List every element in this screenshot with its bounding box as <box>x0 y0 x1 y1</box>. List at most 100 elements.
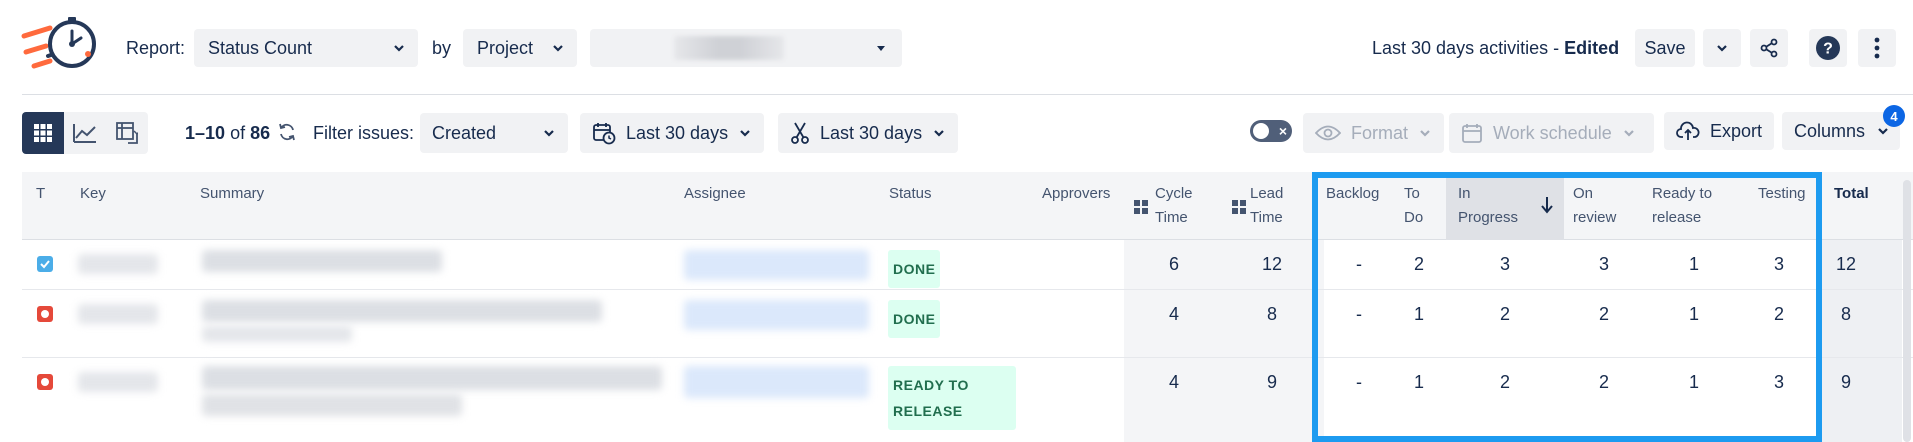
task-type-icon <box>37 256 53 272</box>
header-cycle-time-line1: Cycle <box>1155 185 1193 202</box>
date-range-1-label: Last 30 days <box>626 122 729 143</box>
blurred-summary <box>202 250 442 272</box>
header-approvers[interactable]: Approvers <box>1042 182 1110 206</box>
header-assignee[interactable]: Assignee <box>684 182 746 206</box>
header-status[interactable]: Status <box>889 182 932 206</box>
svg-text:?: ? <box>1823 41 1833 58</box>
created-date-range-button[interactable]: Last 30 days <box>580 113 765 153</box>
header-summary[interactable]: Summary <box>200 182 264 206</box>
pivot-view-button[interactable] <box>106 112 148 154</box>
cycle-time-value: 6 <box>1168 254 1179 274</box>
chart-view-icon <box>73 124 96 143</box>
toggle-switch[interactable]: × <box>1250 120 1292 142</box>
eye-icon <box>1315 125 1341 141</box>
columns-label: Columns <box>1794 120 1866 141</box>
date-range-2-label: Last 30 days <box>820 122 923 143</box>
status-badge: READY TO RELEASE <box>888 366 1016 430</box>
header-cycle-time-line2: Time <box>1155 209 1188 226</box>
chevron-down-icon <box>544 130 554 137</box>
report-select[interactable]: Status Count <box>194 29 418 67</box>
view-switcher <box>22 112 148 154</box>
help-icon: ? <box>1816 36 1840 60</box>
status-columns-highlight <box>1312 172 1822 442</box>
chevron-down-icon <box>934 130 944 137</box>
export-button[interactable]: Export <box>1664 112 1775 150</box>
report-select-value: Status Count <box>208 37 313 58</box>
drag-handle-icon[interactable] <box>1232 200 1246 214</box>
status-badge: DONE <box>888 250 941 288</box>
header-type[interactable]: T <box>36 182 45 206</box>
period-status: Last 30 days activities - Edited <box>1372 38 1619 59</box>
total-count: 86 <box>250 123 271 143</box>
calendar-icon <box>1462 124 1482 143</box>
more-options-button[interactable] <box>1858 29 1896 67</box>
group-by-select[interactable]: Project <box>463 29 577 67</box>
table-view-button[interactable] <box>22 112 64 154</box>
share-icon <box>1760 38 1778 58</box>
refresh-icon[interactable] <box>277 122 297 142</box>
chevron-down-icon <box>1420 130 1430 137</box>
cloud-upload-icon <box>1676 121 1700 140</box>
status-line2: RELEASE <box>893 403 963 419</box>
by-label: by <box>432 38 452 58</box>
save-options-button[interactable] <box>1703 29 1741 67</box>
blurred-summary <box>202 366 662 390</box>
header-cycle-time[interactable]: Cycle Time <box>1155 182 1193 230</box>
report-label: Report: <box>126 38 186 58</box>
filter-issues-select[interactable]: Created <box>420 113 568 153</box>
help-button[interactable]: ? <box>1809 29 1847 67</box>
total-value: 9 <box>1840 372 1851 392</box>
chevron-down-icon <box>1717 45 1727 52</box>
toggle-knob <box>1253 123 1269 139</box>
chevron-down-icon <box>553 45 563 52</box>
table-view-icon <box>34 124 52 142</box>
more-vertical-icon <box>1874 37 1880 59</box>
range-end: 10 <box>205 123 226 143</box>
export-label: Export <box>1710 120 1763 141</box>
blurred-summary-line2 <box>202 326 352 342</box>
save-label: Save <box>1644 37 1686 58</box>
work-schedule-button[interactable]: Work schedule <box>1449 113 1654 153</box>
pagination-info: 1–10 of 86 <box>185 123 271 143</box>
project-select[interactable] <box>590 29 902 67</box>
blurred-key <box>78 254 158 274</box>
chart-view-button[interactable] <box>64 112 106 154</box>
header-key[interactable]: Key <box>80 182 106 206</box>
header-lead-time[interactable]: Lead Time <box>1250 182 1283 230</box>
blurred-summary-line2 <box>202 394 462 416</box>
header-lead-time-line2: Time <box>1250 209 1283 226</box>
header-lead-time-line1: Lead <box>1250 185 1284 202</box>
period-text: Last 30 days activities - <box>1372 38 1565 58</box>
blurred-key <box>78 372 158 392</box>
chevron-down-icon <box>1878 128 1888 135</box>
total-value: 12 <box>1835 254 1857 274</box>
vertical-scrollbar[interactable] <box>1903 180 1911 442</box>
edited-text: Edited <box>1564 38 1620 58</box>
scissors-icon <box>791 122 809 144</box>
group-by-value: Project <box>477 37 534 58</box>
lead-time-value: 9 <box>1266 372 1277 392</box>
blurred-key <box>78 304 158 324</box>
lead-time-value: 12 <box>1261 254 1283 274</box>
format-button[interactable]: Format <box>1303 113 1445 153</box>
chevron-down-icon <box>394 45 404 52</box>
header-total[interactable]: Total <box>1834 182 1869 206</box>
filter-issues-value: Created <box>432 122 497 143</box>
bug-type-icon <box>37 374 53 390</box>
of-text: of <box>230 123 246 143</box>
cycle-date-range-button[interactable]: Last 30 days <box>778 113 959 153</box>
drag-handle-icon[interactable] <box>1134 200 1148 214</box>
save-button[interactable]: Save <box>1635 29 1695 67</box>
filter-label: Filter issues: <box>313 123 415 143</box>
pivot-view-icon <box>116 122 138 144</box>
blurred-project-name <box>674 36 784 60</box>
caret-down-icon <box>877 46 885 51</box>
header-divider <box>22 94 1913 95</box>
format-label: Format <box>1351 122 1409 143</box>
share-button[interactable] <box>1750 29 1788 67</box>
blurred-assignee <box>684 366 869 398</box>
cycle-time-value: 4 <box>1168 372 1179 392</box>
status-badge: DONE <box>888 300 941 338</box>
close-icon: × <box>1278 123 1287 139</box>
lead-time-value: 8 <box>1266 304 1277 324</box>
